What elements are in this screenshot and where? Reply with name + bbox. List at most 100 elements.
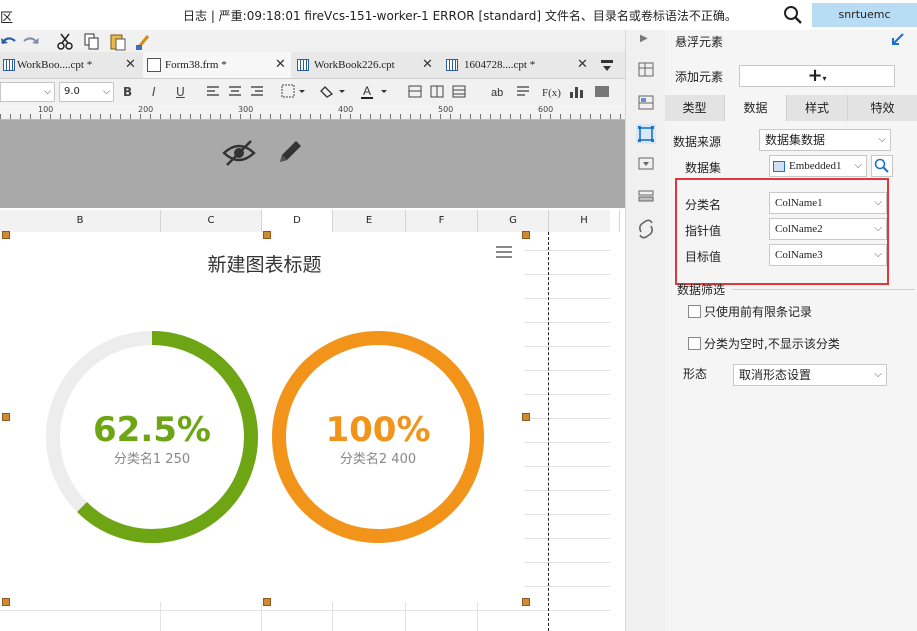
gauge-chart-widget[interactable]: 新建图表标题 62.5% 分类名1 250 100% 分类名2 400 xyxy=(4,234,525,602)
image-insert-icon[interactable] xyxy=(595,86,609,97)
resize-handle[interactable] xyxy=(522,598,530,606)
chevron-down-icon: ⌵ xyxy=(874,223,882,234)
magnifier-icon xyxy=(874,158,889,173)
pointer-select[interactable]: ColName2 ⌵ xyxy=(769,218,887,240)
redo-icon[interactable] xyxy=(23,37,39,44)
svg-text:A: A xyxy=(363,84,371,98)
pointer-value: ColName2 xyxy=(775,223,823,235)
data-source-value: 数据集数据 xyxy=(765,133,826,147)
resize-handle[interactable] xyxy=(2,413,10,421)
close-icon[interactable]: ✕ xyxy=(577,52,588,78)
hide-eye-icon[interactable] xyxy=(222,138,256,171)
tab-list-icon[interactable] xyxy=(600,58,614,75)
dataset-icon xyxy=(773,161,785,172)
insert-rows-icon[interactable] xyxy=(452,85,466,98)
shape-select[interactable]: 取消形态设置 ⌵ xyxy=(733,364,887,386)
italic-icon[interactable]: I xyxy=(152,85,156,99)
column-header[interactable]: E xyxy=(333,210,406,232)
main-toolbar xyxy=(0,30,625,52)
dock-arrow-icon[interactable] xyxy=(891,32,905,49)
category-select[interactable]: ColName1 ⌵ xyxy=(769,192,887,214)
edit-pencil-icon[interactable] xyxy=(274,136,306,171)
sheet-icon xyxy=(446,59,458,71)
shape-value: 取消形态设置 xyxy=(739,368,812,382)
format-painter-icon[interactable] xyxy=(136,35,150,50)
fill-color-icon[interactable] xyxy=(320,86,345,98)
tab-type[interactable]: 类型 xyxy=(665,95,725,121)
tab-style[interactable]: 样式 xyxy=(787,95,848,121)
hide-empty-category-checkbox[interactable] xyxy=(688,337,701,350)
user-badge[interactable]: snrtuemc xyxy=(812,3,917,27)
target-select[interactable]: ColName3 ⌵ xyxy=(769,244,887,266)
dataset-select[interactable]: Embedded1 ⌵ xyxy=(769,155,867,177)
text-icon[interactable]: ab xyxy=(491,87,503,99)
tab-1604728[interactable]: 1604728....cpt * ✕ xyxy=(443,52,593,78)
resize-handle[interactable] xyxy=(522,413,530,421)
chevron-down-icon: ⌵ xyxy=(878,134,886,145)
tab-workbook226[interactable]: WorkBook226.cpt ✕ xyxy=(294,52,440,78)
undo-icon[interactable] xyxy=(1,37,16,44)
target-label: 目标值 xyxy=(685,250,722,264)
chart-insert-icon[interactable] xyxy=(570,87,583,98)
shape-label: 形态 xyxy=(683,367,708,381)
resize-handle[interactable] xyxy=(263,598,271,606)
column-header[interactable]: H xyxy=(549,210,620,232)
column-header[interactable]: F xyxy=(406,210,478,232)
paste-icon[interactable] xyxy=(110,34,126,51)
column-header[interactable]: C xyxy=(161,210,262,232)
condition-attr-icon[interactable] xyxy=(638,190,654,202)
cell-attr-icon[interactable] xyxy=(638,62,654,77)
resize-handle[interactable] xyxy=(2,598,10,606)
rich-text-icon[interactable] xyxy=(517,86,529,96)
gauge-1-caption: 分类名1 250 xyxy=(113,452,191,467)
limit-records-checkbox[interactable] xyxy=(688,305,701,318)
tab-workbook1[interactable]: WorkBoo....cpt * ✕ xyxy=(0,52,140,78)
add-element-button[interactable]: +▾ xyxy=(739,65,895,87)
column-header[interactable]: B xyxy=(0,210,161,232)
close-icon[interactable]: ✕ xyxy=(275,52,286,78)
properties-panel: 悬浮元素 添加元素 +▾ 类型 数据 样式 特效 数据来源 数据集数据 ⌵ 数据… xyxy=(665,30,917,631)
resize-handle[interactable] xyxy=(263,231,271,239)
bold-icon[interactable]: B xyxy=(123,85,132,99)
gauge-2-caption: 分类名2 400 xyxy=(339,452,417,467)
collapse-arrow-icon[interactable]: ▶ xyxy=(640,33,648,44)
widget-settings-icon[interactable] xyxy=(638,157,654,170)
column-header[interactable]: D xyxy=(262,210,333,232)
sheet-icon xyxy=(297,59,309,71)
dataset-value: Embedded1 xyxy=(789,160,842,172)
tab-data[interactable]: 数据 xyxy=(725,95,787,121)
align-right-icon[interactable] xyxy=(251,86,263,96)
underline-icon[interactable]: U xyxy=(176,85,185,99)
align-center-icon[interactable] xyxy=(229,86,241,96)
font-color-icon[interactable]: A xyxy=(361,84,387,99)
resize-handle[interactable] xyxy=(2,231,10,239)
align-left-icon[interactable] xyxy=(207,86,219,96)
horizontal-ruler: 100 200 300 400 500 600 xyxy=(0,105,625,120)
font-family-select[interactable]: ⌵ xyxy=(0,82,55,102)
font-size-select[interactable]: 9.0 ⌵ xyxy=(59,82,114,102)
search-icon[interactable] xyxy=(782,4,804,26)
pointer-label: 指针值 xyxy=(685,224,722,238)
border-icon[interactable] xyxy=(281,84,305,98)
copy-icon[interactable] xyxy=(84,33,99,50)
float-element-icon[interactable] xyxy=(636,124,656,144)
resize-handle[interactable] xyxy=(522,231,530,239)
cell-element-icon[interactable] xyxy=(638,95,654,110)
split-cells-icon[interactable] xyxy=(430,85,444,98)
data-source-select[interactable]: 数据集数据 ⌵ xyxy=(759,129,891,151)
cut-icon[interactable] xyxy=(57,33,73,50)
hyperlink-icon[interactable] xyxy=(639,219,653,239)
add-element-label: 添加元素 xyxy=(675,70,724,84)
formula-icon[interactable]: F(x) xyxy=(542,87,561,99)
close-icon[interactable]: ✕ xyxy=(422,52,433,78)
gauge-2-percent: 100% xyxy=(325,410,431,450)
column-header[interactable]: G xyxy=(478,210,549,232)
dataset-label: 数据集 xyxy=(685,161,722,175)
tab-form38[interactable]: Form38.frm * ✕ xyxy=(143,52,291,78)
ruler-label: 400 xyxy=(338,105,354,114)
merge-cells-icon[interactable] xyxy=(408,85,422,98)
dataset-search-button[interactable] xyxy=(871,155,893,177)
close-icon[interactable]: ✕ xyxy=(125,52,136,78)
tab-effect[interactable]: 特效 xyxy=(848,95,917,121)
data-filter-label: 数据筛选 xyxy=(677,283,726,297)
